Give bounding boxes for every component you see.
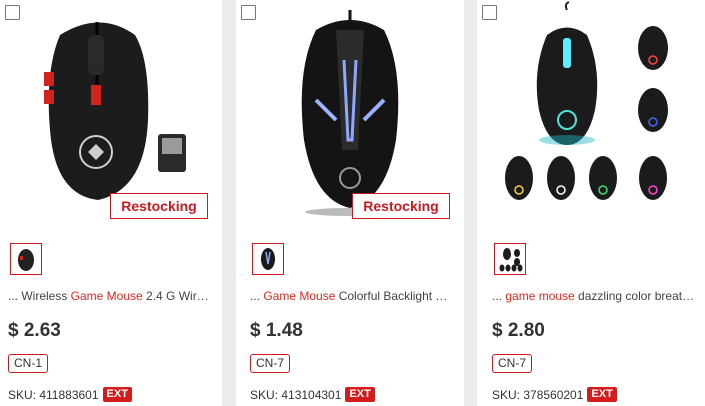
warehouse-badge: CN-7 — [250, 354, 291, 373]
product-grid: Restocking ... Wireless Game Mouse 2.4 G… — [0, 0, 705, 406]
warehouse-badge: CN-7 — [492, 354, 533, 373]
product-card[interactable]: Restocking ... Game Mouse Colorful Backl… — [236, 0, 464, 406]
warehouse-badge: CN-1 — [8, 354, 49, 373]
sku-text: SKU: 413104301 — [250, 387, 342, 402]
ext-badge: EXT — [345, 387, 375, 402]
product-price: $ 2.80 — [492, 320, 545, 341]
product-title[interactable]: ... Wireless Game Mouse 2.4 G Wireless O… — [8, 289, 214, 303]
sku-text: SKU: 378560201 — [492, 387, 584, 402]
product-image[interactable] — [477, 0, 705, 230]
product-title[interactable]: ... game mouse dazzling color breathing … — [492, 289, 698, 303]
sku-line: SKU: 411883601 EXT — [8, 387, 132, 402]
thumbnail[interactable] — [252, 243, 284, 275]
sku-line: SKU: 413104301 EXT — [250, 387, 375, 402]
product-card[interactable]: Restocking ... Wireless Game Mouse 2.4 G… — [0, 0, 222, 406]
restocking-badge[interactable]: Restocking — [352, 193, 450, 219]
sku-text: SKU: 411883601 — [8, 387, 99, 402]
thumbnail[interactable] — [494, 243, 526, 275]
product-card[interactable]: ... game mouse dazzling color breathing … — [477, 0, 705, 406]
thumbnail[interactable] — [10, 243, 42, 275]
product-price: $ 2.63 — [8, 320, 61, 341]
ext-badge: EXT — [102, 387, 132, 402]
restocking-badge[interactable]: Restocking — [110, 193, 208, 219]
sku-line: SKU: 378560201 EXT — [492, 387, 617, 402]
product-price: $ 1.48 — [250, 320, 303, 341]
product-title[interactable]: ... Game Mouse Colorful Backlight Wired … — [250, 289, 454, 303]
ext-badge: EXT — [587, 387, 617, 402]
